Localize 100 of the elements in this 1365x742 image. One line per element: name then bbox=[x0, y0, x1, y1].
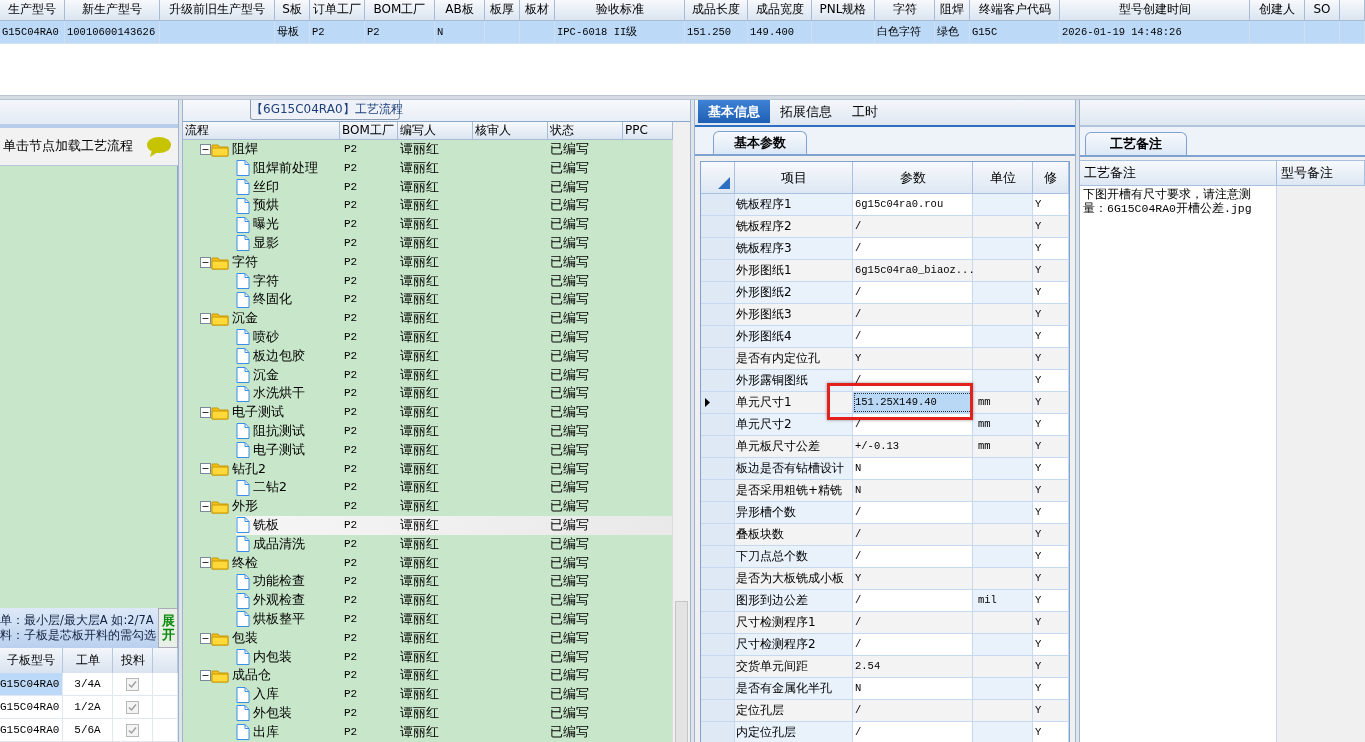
table-cell[interactable]: G15C04RA0 bbox=[0, 673, 63, 695]
column-header[interactable]: 型号备注 bbox=[1277, 161, 1365, 185]
tree-row[interactable]: 丝印 P2 谭丽红 已编写 bbox=[183, 177, 672, 197]
tree-row[interactable]: 终固化 P2 谭丽红 已编写 bbox=[183, 290, 672, 310]
step-name[interactable]: 沉金 bbox=[253, 365, 279, 385]
step-name[interactable]: 水洗烘干 bbox=[253, 384, 305, 404]
table-cell[interactable]: / bbox=[853, 524, 973, 545]
step-name[interactable]: 板边包胶 bbox=[253, 346, 305, 366]
tree-row[interactable]: 板边包胶 P2 谭丽红 已编写 bbox=[183, 346, 672, 366]
step-name[interactable]: 丝印 bbox=[253, 177, 279, 197]
step-name[interactable]: 沉金 bbox=[232, 309, 258, 328]
column-header[interactable]: 生产型号 bbox=[0, 0, 65, 20]
sub-tab[interactable]: 基本参数 bbox=[713, 131, 807, 154]
column-header[interactable]: 终端客户代码 bbox=[970, 0, 1060, 20]
tree-row[interactable]: 阻焊 P2 谭丽红 已编写 bbox=[183, 140, 672, 159]
step-name[interactable]: 电子测试 bbox=[253, 440, 305, 460]
table-cell[interactable]: / bbox=[853, 238, 973, 259]
table-cell[interactable]: / bbox=[853, 304, 973, 325]
table-cell[interactable]: G15C04RA0 bbox=[0, 696, 63, 718]
table-cell[interactable]: Y bbox=[853, 568, 973, 589]
column-header[interactable]: 新生产型号 bbox=[65, 0, 160, 20]
column-header[interactable]: 单位 bbox=[973, 162, 1033, 193]
tree-row[interactable]: 电子测试 P2 谭丽红 已编写 bbox=[183, 403, 672, 422]
table-cell[interactable]: N bbox=[853, 480, 973, 501]
tree-row[interactable]: 阻焊前处理 P2 谭丽红 已编写 bbox=[183, 158, 672, 178]
tree-row[interactable]: 字符 P2 谭丽红 已编写 bbox=[183, 271, 672, 291]
column-header[interactable]: 参数 bbox=[853, 162, 973, 193]
step-name[interactable]: 二钻2 bbox=[253, 478, 287, 498]
table-cell[interactable]: N bbox=[853, 678, 973, 699]
tree-row[interactable]: 内包装 P2 谭丽红 已编写 bbox=[183, 647, 672, 667]
tree-row[interactable]: 功能检查 P2 谭丽红 已编写 bbox=[183, 572, 672, 592]
step-name[interactable]: 字符 bbox=[232, 252, 258, 272]
column-header[interactable]: 投料 bbox=[113, 648, 153, 673]
tree-row[interactable]: 外包装 P2 谭丽红 已编写 bbox=[183, 703, 672, 723]
tree-row[interactable]: 烘板整平 P2 谭丽红 已编写 bbox=[183, 609, 672, 629]
tree-row[interactable]: 外观检查 P2 谭丽红 已编写 bbox=[183, 591, 672, 610]
step-name[interactable]: 阻焊前处理 bbox=[253, 158, 318, 178]
column-header[interactable]: 流程 bbox=[183, 122, 340, 139]
column-header[interactable]: 编写人 bbox=[398, 122, 473, 139]
step-name[interactable]: 成品清洗 bbox=[253, 534, 305, 554]
tree-row[interactable]: 水洗烘干 P2 谭丽红 已编写 bbox=[183, 384, 672, 404]
tree-row[interactable]: 显影 P2 谭丽红 已编写 bbox=[183, 234, 672, 253]
tree-row[interactable]: 入库 P2 谭丽红 已编写 bbox=[183, 685, 672, 704]
column-header[interactable]: 修 bbox=[1033, 162, 1069, 193]
step-name[interactable]: 预烘 bbox=[253, 196, 279, 216]
column-header[interactable]: 核审人 bbox=[473, 122, 548, 139]
step-name[interactable]: 终检 bbox=[232, 553, 258, 573]
column-header[interactable]: 工艺备注 bbox=[1080, 161, 1277, 185]
table-cell[interactable]: / bbox=[853, 546, 973, 567]
tree-row[interactable]: 出库 P2 谭丽红 已编写 bbox=[183, 722, 672, 742]
step-name[interactable]: 成品仓 bbox=[232, 666, 271, 686]
tree-row[interactable]: 成品清洗 P2 谭丽红 已编写 bbox=[183, 534, 672, 554]
column-header[interactable]: PPC bbox=[623, 122, 673, 139]
step-name[interactable]: 外观检查 bbox=[253, 591, 305, 610]
tree-row[interactable]: 喷砂 P2 谭丽红 已编写 bbox=[183, 327, 672, 347]
column-header[interactable]: AB板 bbox=[435, 0, 485, 20]
column-header[interactable]: 项目 bbox=[735, 162, 853, 193]
column-header[interactable]: 成品长度 bbox=[685, 0, 748, 20]
table-cell[interactable]: 6g15c04ra0.rou bbox=[853, 194, 973, 215]
tree-row[interactable]: 预烘 P2 谭丽红 已编写 bbox=[183, 196, 672, 216]
table-cell[interactable]: / bbox=[853, 612, 973, 633]
table-cell[interactable]: / bbox=[853, 282, 973, 303]
step-name[interactable]: 终固化 bbox=[253, 290, 292, 310]
table-cell[interactable]: +/-0.13 bbox=[853, 436, 973, 457]
tree-row[interactable]: 成品仓 P2 谭丽红 已编写 bbox=[183, 666, 672, 686]
step-name[interactable]: 显影 bbox=[253, 234, 279, 253]
step-name[interactable]: 阻焊 bbox=[232, 140, 258, 159]
column-header[interactable]: 验收标准 bbox=[555, 0, 685, 20]
column-header[interactable]: 阻焊 bbox=[935, 0, 970, 20]
step-name[interactable]: 内包装 bbox=[253, 647, 292, 667]
step-name[interactable]: 电子测试 bbox=[232, 403, 284, 422]
tree-row[interactable]: 阻抗测试 P2 谭丽红 已编写 bbox=[183, 421, 672, 441]
table-cell[interactable]: / bbox=[853, 700, 973, 721]
column-header[interactable]: 型号创建时间 bbox=[1060, 0, 1250, 20]
column-header[interactable]: 板厚 bbox=[485, 0, 520, 20]
column-header[interactable]: BOM工厂 bbox=[365, 0, 435, 20]
tree-row[interactable]: 沉金 P2 谭丽红 已编写 bbox=[183, 309, 672, 328]
step-name[interactable]: 外包装 bbox=[253, 703, 292, 723]
table-cell[interactable]: Y bbox=[853, 348, 973, 369]
column-header[interactable]: 升级前旧生产型号 bbox=[160, 0, 275, 20]
tab[interactable]: 拓展信息 bbox=[770, 100, 842, 123]
table-cell[interactable]: 6g15c04ra0_biaoz... bbox=[853, 260, 973, 281]
tab[interactable]: 工时 bbox=[842, 100, 888, 123]
step-name[interactable]: 入库 bbox=[253, 685, 279, 704]
table-cell[interactable]: / bbox=[853, 722, 973, 742]
sub-tab[interactable]: 工艺备注 bbox=[1085, 132, 1187, 155]
tab[interactable]: 基本信息 bbox=[698, 100, 770, 123]
column-header[interactable]: 板材 bbox=[520, 0, 555, 20]
expand-button[interactable]: 展开 bbox=[158, 608, 178, 648]
tree-row[interactable]: 终检 P2 谭丽红 已编写 bbox=[183, 553, 672, 573]
column-header[interactable]: 订单工厂 bbox=[310, 0, 365, 20]
table-cell[interactable]: / bbox=[853, 634, 973, 655]
table-cell[interactable]: / bbox=[853, 326, 973, 347]
step-name[interactable]: 烘板整平 bbox=[253, 609, 305, 629]
column-header[interactable]: BOM工厂 bbox=[340, 122, 398, 139]
scrollbar[interactable] bbox=[672, 140, 690, 742]
tree-row[interactable]: 外形 P2 谭丽红 已编写 bbox=[183, 497, 672, 516]
table-row[interactable]: G15C04RA0 10010600143626 母板 P2 P2 N IPC-6018 II级 151.250 149.400 白色字符 绿色 G15C 2026-01-19 14:48:26 bbox=[0, 21, 1365, 44]
table-cell[interactable]: N bbox=[853, 458, 973, 479]
tree-row[interactable]: 钻孔2 P2 谭丽红 已编写 bbox=[183, 459, 672, 479]
